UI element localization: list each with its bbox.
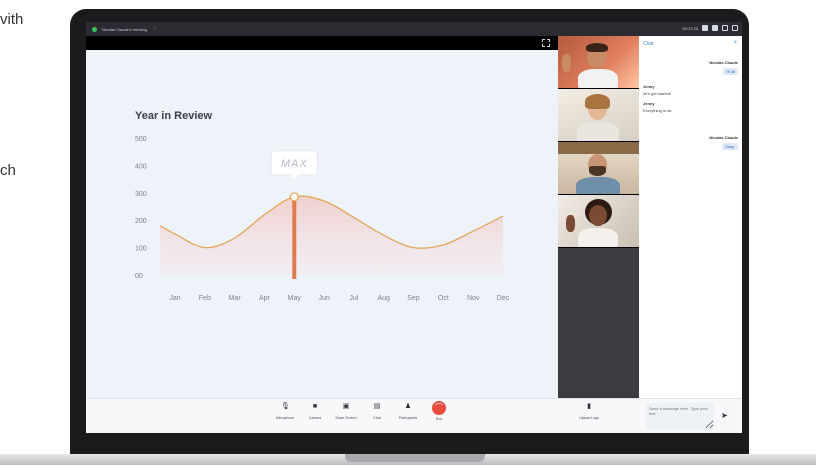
speaker-view-icon[interactable]	[712, 25, 718, 31]
person-hand	[566, 215, 575, 232]
chat-panel: Chat × Nicolas Claude Hi all Jenny let's…	[639, 36, 742, 398]
chat-button[interactable]: ▤ Chat	[362, 403, 392, 420]
chat-message-outgoing: Okay.	[721, 143, 738, 150]
grid-view-icon[interactable]	[702, 25, 708, 31]
person-hair	[586, 43, 608, 52]
chat-message-outgoing: Hi all	[723, 68, 738, 75]
person-body	[578, 69, 618, 88]
info-icon[interactable]: ⓘ	[153, 26, 157, 32]
microphone-button[interactable]: 🎙 Microphone	[270, 403, 300, 420]
close-icon[interactable]: ×	[733, 40, 737, 46]
video-tile-participant-3[interactable]	[558, 142, 639, 194]
video-tile-participant-2[interactable]	[558, 89, 639, 141]
highlight-bar	[292, 196, 297, 279]
chat-sender: Jenny	[643, 101, 655, 106]
camera-button[interactable]: ■ Camera	[300, 403, 330, 420]
upload-logs-icon: ▮	[587, 403, 591, 410]
upload-logs-label: Upload Logs	[579, 416, 599, 420]
chat-message-input[interactable]	[646, 403, 714, 429]
video-tile-participant-1[interactable]	[558, 36, 639, 88]
y-tick-label: 500	[135, 136, 147, 143]
y-tick-label: 100	[135, 246, 147, 253]
end-label: End	[435, 417, 443, 421]
laptop-notch	[345, 454, 485, 462]
x-tick-label: Apr	[259, 295, 271, 302]
x-tick-label: Dec	[497, 295, 510, 302]
x-tick-label: Jan	[169, 295, 180, 302]
chat-header: Chat	[643, 41, 654, 47]
y-tick-label: 300	[135, 191, 147, 198]
microphone-label: Microphone	[275, 416, 295, 420]
y-tick-label: 00	[135, 273, 143, 280]
end-call-button[interactable]: ⌒ End	[424, 401, 454, 421]
settings-icon[interactable]	[722, 25, 728, 31]
highlight-marker	[289, 192, 299, 202]
chat-icon: ▤	[373, 403, 381, 410]
person-head	[589, 205, 607, 226]
share-screen-button[interactable]: ▣ Share Screen	[331, 403, 361, 420]
chat-label: Chat	[373, 416, 381, 420]
chat-message-incoming: Everything is ok.	[643, 108, 673, 113]
camera-label: Camera	[308, 416, 322, 420]
window-titlebar: Nicolas Claude's meeting ⓘ 00:17:23	[86, 22, 742, 36]
person-hair	[585, 94, 610, 109]
x-tick-label: Sep	[407, 295, 420, 302]
fullscreen-icon[interactable]	[542, 39, 550, 47]
x-tick-label: May	[288, 295, 302, 302]
video-panel-empty	[558, 248, 639, 398]
x-tick-label: Mar	[229, 295, 242, 302]
send-icon[interactable]: ➤	[721, 411, 728, 420]
chat-message-incoming: let's get started!	[643, 91, 672, 96]
end-call-icon: ⌒	[432, 401, 446, 415]
person-body	[577, 122, 619, 141]
cropped-text-1: vith	[0, 11, 24, 28]
chat-sender: Nicolas Claude	[709, 135, 738, 140]
titlebar-controls: 00:17:23	[682, 25, 738, 31]
shelf-background	[558, 142, 639, 154]
microphone-icon: 🎙	[281, 403, 290, 410]
participants-icon: ♟	[404, 403, 412, 410]
meeting-timer: 00:17:23	[682, 25, 698, 31]
window-toggle-icon[interactable]	[732, 25, 738, 31]
area-fill	[160, 196, 503, 275]
max-tooltip-pointer	[290, 174, 299, 180]
cropped-text-2: ch	[0, 162, 16, 179]
line-chart: 500 400 300 200 100 00 Jan Feb Mar Apr May Jun Jul Au…	[135, 136, 510, 302]
share-strip	[86, 36, 558, 50]
meeting-title: Nicolas Claude's meeting	[102, 26, 148, 32]
x-tick-label: Feb	[199, 295, 211, 302]
meeting-toolbar: 🎙 Microphone ■ Camera ▣ Share Screen ▤ C…	[86, 398, 742, 433]
upload-logs-button[interactable]: ▮ Upload Logs	[574, 403, 604, 420]
person-beard	[589, 166, 606, 176]
stage: vith ch Nicolas Claude's meeting ⓘ 00:17…	[0, 0, 816, 465]
share-screen-icon: ▣	[342, 403, 350, 410]
share-screen-label: Share Screen	[335, 416, 357, 420]
x-tick-label: Oct	[438, 295, 449, 302]
x-tick-label: Jul	[349, 295, 358, 302]
x-tick-label: Nov	[467, 295, 480, 302]
x-tick-label: Aug	[377, 295, 390, 302]
person-body	[578, 228, 618, 247]
participants-button[interactable]: ♟ Participants	[393, 403, 423, 420]
camera-icon: ■	[312, 403, 318, 410]
y-tick-label: 200	[135, 218, 147, 225]
x-tick-label: Jun	[318, 295, 329, 302]
shared-screen: Year in Review 500 400 300 200 100 00 Jan Feb Ma…	[86, 50, 558, 398]
chat-sender: Nicolas Claude	[709, 60, 738, 65]
person-hand	[562, 54, 571, 72]
participants-label: Participants	[398, 416, 418, 420]
max-label: MAX	[281, 158, 308, 170]
person-body	[576, 177, 620, 194]
y-tick-label: 400	[135, 163, 147, 170]
video-tile-participant-4[interactable]	[558, 195, 639, 247]
chat-sender: Jenny	[643, 84, 655, 89]
recording-dot-icon	[92, 26, 97, 32]
laptop-screen: Nicolas Claude's meeting ⓘ 00:17:23 Year…	[86, 22, 742, 433]
